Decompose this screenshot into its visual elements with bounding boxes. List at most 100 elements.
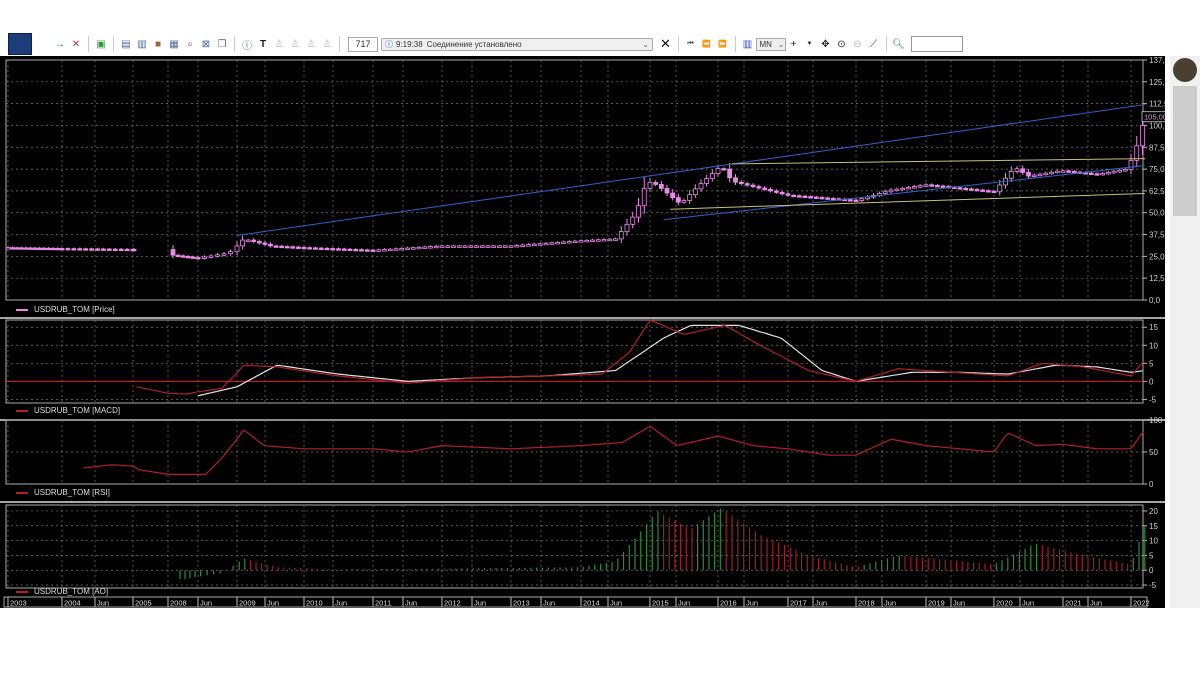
- candle-body: [911, 186, 917, 189]
- crosshair-plus-icon[interactable]: +: [787, 38, 800, 51]
- time-tick-label: Jun: [678, 599, 690, 608]
- divider: [734, 36, 736, 52]
- time-tick-label: Jun: [610, 599, 622, 608]
- move-icon[interactable]: ✥: [819, 38, 832, 51]
- text-icon[interactable]: T: [257, 38, 270, 51]
- candle-body: [336, 248, 341, 251]
- time-tick-label: 2021: [1065, 599, 1082, 608]
- candle-body: [613, 238, 618, 241]
- candle-body: [721, 168, 727, 171]
- y-tick-label: 5: [1149, 359, 1154, 368]
- vertical-scrollbar[interactable]: [1170, 56, 1200, 608]
- divider: [885, 36, 887, 52]
- scroll-start-icon[interactable]: ⏮: [684, 38, 697, 51]
- candle-body: [704, 178, 710, 184]
- search-input[interactable]: [910, 36, 963, 52]
- chart-type-icon[interactable]: ▥: [741, 38, 754, 51]
- time-tick-label: 2008: [170, 599, 187, 608]
- candle-body: [301, 246, 307, 250]
- info-icon: ⓘ: [385, 39, 393, 49]
- candle-body: [1008, 171, 1014, 179]
- candle-body: [422, 246, 428, 249]
- dropdown-arrow-icon[interactable]: ▼: [803, 38, 816, 51]
- minus-circle-icon[interactable]: ⊖: [851, 38, 864, 51]
- user-edit-icon[interactable]: ♙: [289, 38, 302, 51]
- y-tick-label: 15: [1149, 522, 1158, 531]
- candle-body: [393, 248, 399, 251]
- candle-body: [906, 187, 911, 190]
- candle-body: [584, 239, 590, 243]
- users-icon[interactable]: ♙: [305, 38, 318, 51]
- candle-body: [451, 245, 456, 248]
- candle-body: [347, 248, 353, 252]
- candle-body: [497, 245, 502, 248]
- candle-body: [1037, 173, 1043, 177]
- candle-body: [750, 184, 756, 187]
- candle-body: [491, 245, 497, 248]
- candle-body: [1140, 125, 1145, 147]
- arrow-right-icon[interactable]: →: [54, 38, 67, 51]
- legend-rsi-label: USDRUB_TOM [RSI]: [34, 488, 110, 497]
- user-lock-icon[interactable]: ♙: [321, 38, 334, 51]
- time-tick-label: 2010: [306, 599, 323, 608]
- user-icon[interactable]: ♙: [273, 38, 286, 51]
- table-icon[interactable]: ▤: [120, 38, 133, 51]
- candle-body: [595, 239, 601, 242]
- disconnect-icon[interactable]: ✕: [70, 38, 83, 51]
- time-tick-label: Jun: [1022, 599, 1034, 608]
- candle-body: [1014, 168, 1020, 172]
- scroll-up-button[interactable]: [1173, 58, 1197, 82]
- candle-body: [83, 248, 89, 251]
- close-icon[interactable]: ✕: [659, 36, 672, 51]
- ruler-icon[interactable]: ⟋: [867, 38, 880, 51]
- time-tick-label: Jun: [884, 599, 896, 608]
- scrollbar-thumb[interactable]: [1173, 86, 1197, 216]
- interval-select[interactable]: MN ⌄: [755, 37, 786, 51]
- stop-orders-icon[interactable]: ⊠: [200, 38, 213, 51]
- candle-body: [773, 190, 779, 193]
- search-icon[interactable]: 🔍︎: [892, 38, 905, 51]
- chart-canvas[interactable]: 0,0 12,5 25,0 37,5 50,0 62,5 75,0 87,5 100,0 112,…: [0, 56, 1177, 608]
- candle-body: [410, 247, 416, 250]
- time-tick-label: Jun: [335, 599, 347, 608]
- scroll-back-icon[interactable]: ⏪: [700, 38, 713, 51]
- trendline: [663, 165, 1145, 221]
- candle-body: [341, 248, 347, 251]
- time-tick-label: 2019: [928, 599, 945, 608]
- candle-body: [687, 194, 693, 201]
- candle-body: [485, 245, 491, 248]
- candle-body: [675, 197, 681, 203]
- candle-body: [508, 245, 514, 248]
- candle-body: [934, 184, 940, 188]
- chart-area[interactable]: 0,0 12,5 25,0 37,5 50,0 62,5 75,0 87,5 100,0 112,…: [0, 56, 1177, 608]
- search-table-icon[interactable]: ⌕: [184, 38, 197, 51]
- y-tick-label: 0: [1149, 480, 1154, 489]
- status-text: Соединение установлено: [426, 39, 522, 49]
- candle-body: [715, 168, 721, 174]
- y-tick-label: -5: [1149, 395, 1157, 404]
- candle-body: [175, 254, 181, 258]
- scroll-forward-icon[interactable]: ⏩: [716, 38, 729, 51]
- target-icon[interactable]: ⊙: [835, 38, 848, 51]
- y-tick-label: 12,5: [1149, 274, 1165, 283]
- candle-body: [853, 199, 859, 202]
- orders-icon[interactable]: ■: [152, 38, 165, 51]
- candle-body: [744, 183, 750, 186]
- y-tick-label: -5: [1149, 581, 1157, 590]
- candle-body: [433, 245, 439, 249]
- candle-body: [251, 239, 257, 242]
- time-tick-label: 2013: [513, 599, 530, 608]
- trades-icon[interactable]: ▦: [168, 38, 181, 51]
- candle-body: [221, 253, 227, 256]
- candle-body: [991, 190, 997, 194]
- info-icon[interactable]: ⓘ: [241, 38, 254, 52]
- connection-status-select[interactable]: ⓘ 9:19:38 Соединение установлено ⌄: [381, 37, 653, 51]
- candle-body: [819, 197, 825, 200]
- window-icon[interactable]: ❐: [216, 38, 229, 51]
- add-window-icon[interactable]: ▣: [95, 38, 108, 51]
- candle-body: [215, 254, 220, 257]
- trendline: [731, 158, 1145, 165]
- candle-body: [578, 240, 584, 243]
- candle-body: [968, 188, 974, 191]
- quotes-icon[interactable]: ▥: [136, 38, 149, 51]
